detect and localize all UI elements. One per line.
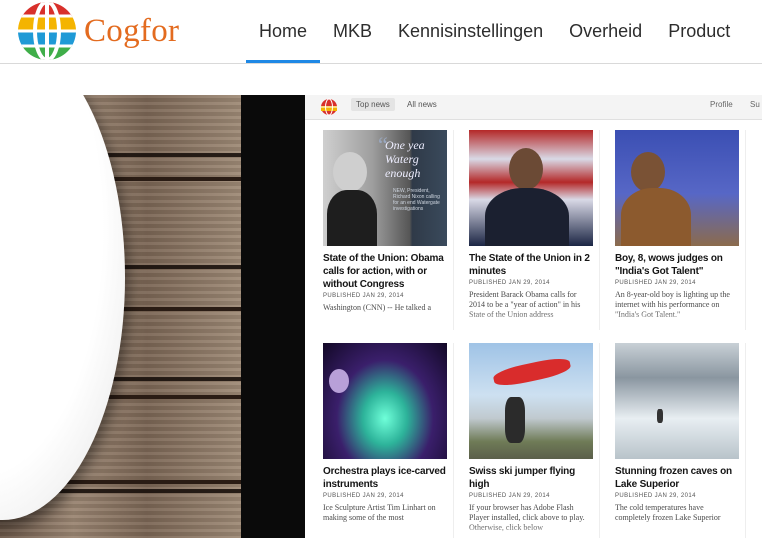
quote-subtext: NEW, President, Richard Nixon calling fo…: [393, 188, 440, 212]
news-card-meta: PUBLISHED JAN 29, 2014: [469, 280, 550, 286]
subscribe-link[interactable]: Su: [750, 100, 760, 109]
news-card-title: State of the Union: Obama calls for acti…: [323, 253, 444, 290]
news-image-obama: [469, 130, 593, 246]
nav-item-product[interactable]: Product: [655, 0, 743, 62]
news-image-nixon: “ One yea Waterg enough NEW, President, …: [323, 130, 447, 246]
tablet-screen: Top news All news Profile Su “ One yea W…: [305, 95, 762, 538]
tablet-bezel: [241, 95, 305, 538]
app-globe-icon: [321, 98, 337, 116]
news-card-meta: PUBLISHED JAN 29, 2014: [323, 293, 404, 299]
profile-link[interactable]: Profile: [710, 100, 733, 109]
news-card-title: Stunning frozen caves on Lake Superior: [615, 466, 732, 490]
news-card-title: Orchestra plays ice-carved instruments: [323, 466, 446, 490]
news-card-meta: PUBLISHED JAN 29, 2014: [615, 493, 696, 499]
news-card[interactable]: Orchestra plays ice-carved instruments P…: [323, 343, 454, 538]
main-nav: Home MKB Kennisinstellingen Overheid Pro…: [246, 0, 743, 63]
news-card-meta: PUBLISHED JAN 29, 2014: [469, 493, 550, 499]
news-card-snippet: The cold temperatures have completely fr…: [615, 503, 721, 522]
brand-link[interactable]: Cogfor: [16, 1, 196, 61]
nav-item-kennisinstellingen[interactable]: Kennisinstellingen: [385, 0, 556, 62]
news-card-snippet: Ice Sculpture Artist Tim Linhart on maki…: [323, 503, 436, 522]
tab-top-news[interactable]: Top news: [351, 98, 395, 111]
nav-item-overheid[interactable]: Overheid: [556, 0, 655, 62]
news-app-bar: Top news All news Profile Su: [305, 95, 762, 120]
brand-name: Cogfor: [84, 12, 180, 49]
news-card[interactable]: Stunning frozen caves on Lake Superior P…: [615, 343, 746, 538]
tab-all-news[interactable]: All news: [407, 100, 437, 109]
news-card[interactable]: Swiss ski jumper flying high PUBLISHED J…: [469, 343, 600, 538]
hero-banner: Top news All news Profile Su “ One yea W…: [0, 95, 762, 538]
news-image-orchestra: [323, 343, 447, 459]
nav-item-mkb[interactable]: MKB: [320, 0, 385, 62]
quote-text: One yea Waterg enough: [385, 138, 425, 180]
news-card-meta: PUBLISHED JAN 29, 2014: [323, 493, 404, 499]
nav-item-home[interactable]: Home: [246, 0, 321, 63]
news-image-ski: [469, 343, 593, 459]
news-card-meta: PUBLISHED JAN 29, 2014: [615, 280, 696, 286]
news-image-boy: [615, 130, 739, 246]
news-card[interactable]: The State of the Union in 2 minutes PUBL…: [469, 130, 600, 332]
site-header: Cogfor Home MKB Kennisinstellingen Overh…: [0, 0, 762, 64]
news-card-title: Boy, 8, wows judges on "India's Got Tale…: [615, 253, 723, 277]
news-card-title: Swiss ski jumper flying high: [469, 466, 575, 490]
news-card[interactable]: “ One yea Waterg enough NEW, President, …: [323, 130, 454, 332]
news-card-title: The State of the Union in 2 minutes: [469, 253, 590, 277]
news-image-ice-cave: [615, 343, 739, 459]
news-card[interactable]: Boy, 8, wows judges on "India's Got Tale…: [615, 130, 746, 332]
globe-logo-icon: [18, 2, 76, 60]
